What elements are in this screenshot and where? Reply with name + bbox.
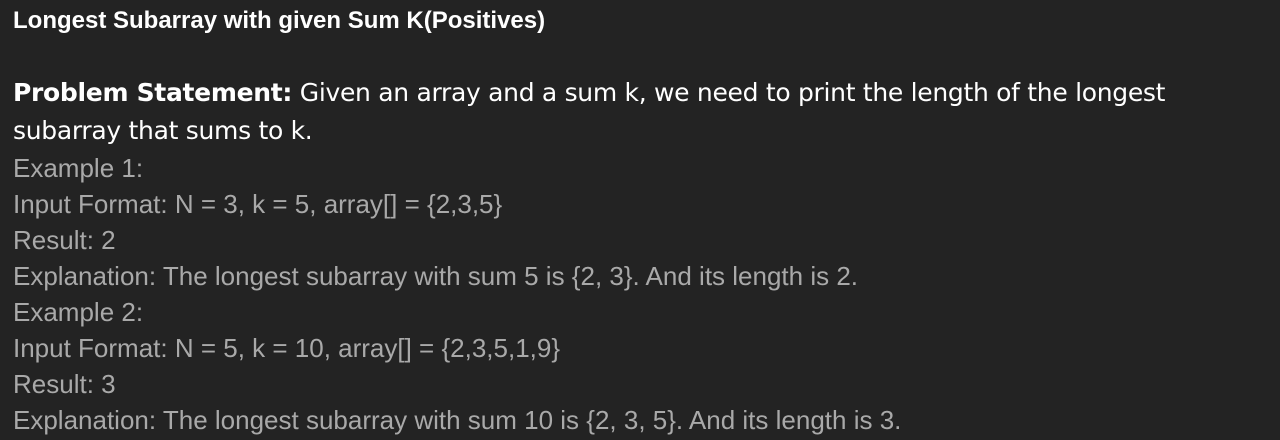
problem-statement: Problem Statement: Given an array and a …: [13, 74, 1263, 150]
example-2-input: Input Format: N = 5, k = 10, array[] = {…: [13, 333, 561, 363]
problem-page: Longest Subarray with given Sum K(Positi…: [0, 0, 1280, 440]
example-2-explanation: Explanation: The longest subarray with s…: [13, 405, 902, 435]
example-1-heading: Example 1:: [13, 153, 144, 183]
example-1-result: Result: 2: [13, 225, 116, 255]
example-1-input: Input Format: N = 3, k = 5, array[] = {2…: [13, 189, 503, 219]
example-2-heading: Example 2:: [13, 297, 144, 327]
example-2-result: Result: 3: [13, 369, 116, 399]
example-1-explanation: Explanation: The longest subarray with s…: [13, 261, 859, 291]
problem-title: Longest Subarray with given Sum K(Positi…: [13, 7, 546, 34]
examples-section: Example 1: Input Format: N = 3, k = 5, a…: [13, 150, 901, 438]
problem-statement-label: Problem Statement:: [13, 78, 293, 107]
